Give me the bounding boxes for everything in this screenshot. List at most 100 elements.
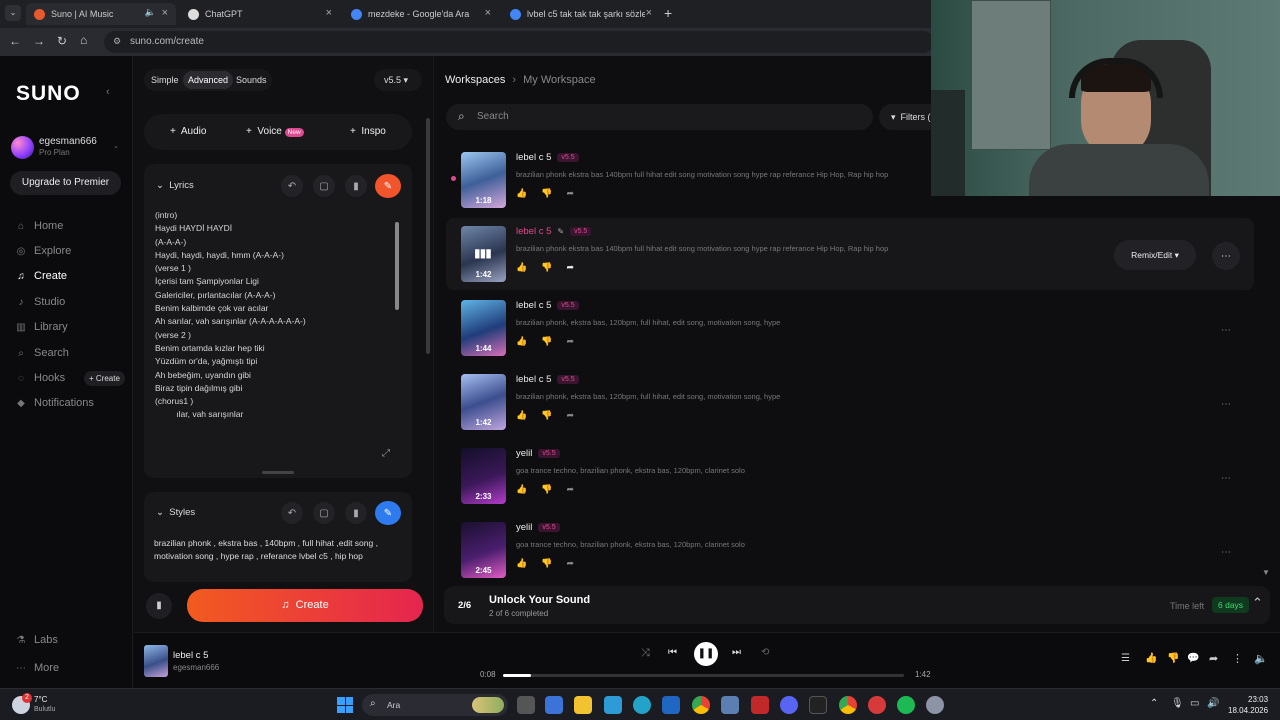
nav-notifications[interactable]: ◆ Notifications [16,393,94,413]
song-row[interactable]: ▮▮▮ 1:42 lebel c 5 ✎ v5.5 brazilian phon… [446,218,1254,290]
unlock-banner[interactable]: 2/6 Unlock Your Sound 2 of 6 completed T… [444,586,1270,624]
nav-hooks[interactable]: ◌ Hooks [16,368,65,388]
filters-button[interactable]: ▾ Filters ( [879,104,939,130]
suno-logo[interactable]: SUNO [16,82,81,106]
player-artist[interactable]: egesman666 [173,663,219,672]
nav-explore[interactable]: ◎ Explore [16,241,72,261]
close-tab-icon[interactable]: × [485,7,491,19]
share-icon[interactable]: ➦ [1209,652,1218,665]
like-icon[interactable]: 👍 [516,188,527,199]
nav-search[interactable]: ⌕ Search [16,343,69,363]
search-input[interactable]: ⌕ Search [446,104,873,130]
more-button[interactable]: ⋯ [1212,316,1240,344]
url-field[interactable]: ⚙ suno.com/create [104,31,934,53]
microphone-icon[interactable]: 🎙 [1171,698,1184,709]
list-scroll-down-icon[interactable]: ▼ [1262,568,1270,577]
player-cover[interactable] [144,645,168,677]
add-audio-button[interactable]: + Audio [170,126,206,137]
song-title[interactable]: lebel c 5 [516,374,551,385]
tray-chevron-icon[interactable]: ⌃ [1150,698,1158,709]
mode-sounds[interactable]: Sounds [236,75,267,85]
queue-icon[interactable]: ☰ [1121,653,1130,664]
repeat-icon[interactable]: ⟲ [761,647,769,658]
song-title[interactable]: yelil [516,448,532,459]
shuffle-icon[interactable]: ⤨ [641,647,650,660]
tab-google[interactable]: mezdeke - Google'da Ara × [343,3,499,25]
close-tab-icon[interactable]: × [326,7,332,19]
taskbar-search[interactable]: ⌕ Ara [362,694,508,716]
song-row[interactable]: 1:42 lebel c 5 v5.5 brazilian phonk, eks… [446,366,1254,438]
song-cover[interactable]: 2:33 [461,448,506,504]
share-icon[interactable]: ➦ [566,336,574,347]
dislike-icon[interactable]: 👎 [1167,653,1179,664]
song-cover[interactable]: ▮▮▮ 1:42 [461,226,506,282]
dislike-icon[interactable]: 👎 [541,410,552,421]
tab-chatgpt[interactable]: ChatGPT × [180,3,340,25]
dislike-icon[interactable]: 👎 [541,336,552,347]
add-voice-button[interactable]: + Voice New [246,126,304,137]
tab-lyrics[interactable]: lvbel c5 tak tak tak şarkı sözleri × [502,3,660,25]
more-button[interactable]: ⋯ [1212,464,1240,492]
more-button[interactable]: ⋯ [1212,390,1240,418]
site-info-icon[interactable]: ⚙ [113,36,121,47]
speaker-icon[interactable]: 🔈 [145,7,156,18]
reload-icon[interactable]: ↻ [57,34,67,48]
trash-icon[interactable]: ▮ [345,175,367,197]
lyrics-toggle[interactable]: ⌄ Lyrics [156,180,194,191]
like-icon[interactable]: 👍 [516,410,527,421]
pause-button[interactable]: ❚❚ [694,642,718,666]
version-select[interactable]: v5.5 ▾ [374,69,422,91]
chrome-icon[interactable] [839,696,857,714]
chrome-icon[interactable] [692,696,710,714]
song-title-row[interactable]: lebel c 5 v5.5 [516,374,579,385]
song-title[interactable]: lebel c 5 [516,152,551,163]
username[interactable]: egesman666 [39,136,97,147]
close-tab-icon[interactable]: × [162,7,168,19]
comment-icon[interactable]: 💬 [1187,653,1199,664]
song-title[interactable]: yelil [516,522,532,533]
song-title-row[interactable]: yelil v5.5 [516,448,560,459]
styles-toggle[interactable]: ⌄ Styles [156,507,195,518]
share-icon[interactable]: ➦ [566,262,574,273]
song-row[interactable]: 2:33 yelil v5.5 goa trance techno, brazi… [446,440,1254,512]
like-icon[interactable]: 👍 [516,558,527,569]
file-explorer-icon[interactable] [574,696,592,714]
tab-suno[interactable]: Suno | AI Music 🔈 × [26,3,176,25]
magic-wand-icon[interactable]: ✎ [375,174,401,198]
song-title-row[interactable]: lebel c 5 ✎ v5.5 [516,226,592,237]
app-icon[interactable] [721,696,739,714]
song-title[interactable]: lebel c 5 [516,226,551,237]
nav-more[interactable]: ⋯ More [16,658,59,678]
close-tab-icon[interactable]: × [646,7,652,19]
lyrics-textarea[interactable]: (intro) Haydi HAYDİ HAYDİ (A-A-A-) Haydi, h… [155,209,391,463]
undo-icon[interactable]: ↶ [281,175,303,197]
song-title-row[interactable]: lebel c 5 v5.5 [516,300,579,311]
share-icon[interactable]: ➦ [566,188,574,199]
share-icon[interactable]: ➦ [566,558,574,569]
magic-wand-icon[interactable]: ✎ [375,501,401,525]
song-title[interactable]: lebel c 5 [516,300,551,311]
mode-advanced[interactable]: Advanced [183,71,234,89]
tab-list-button[interactable]: ⌄ [5,5,21,21]
hooks-create-button[interactable]: + Create [84,371,125,386]
store-icon[interactable] [545,696,563,714]
dislike-icon[interactable]: 👎 [541,484,552,495]
upgrade-button[interactable]: Upgrade to Premier [10,171,121,195]
outlook-icon[interactable] [662,696,680,714]
song-row[interactable]: 1:44 lebel c 5 v5.5 brazilian phonk, eks… [446,292,1254,364]
more-icon[interactable]: ⋮ [1232,652,1243,665]
nav-home[interactable]: ⌂ Home [16,216,63,236]
notepad-icon[interactable] [604,696,622,714]
styles-textarea[interactable]: brazilian phonk , ekstra bas , 140bpm , … [154,537,394,563]
song-row[interactable]: 2:45 yelil v5.5 goa trance techno, brazi… [446,514,1254,586]
back-icon[interactable]: ← [9,34,21,48]
clock-date[interactable]: 18.04.2026 [1228,706,1268,715]
nav-labs[interactable]: ⚗ Labs [16,630,58,650]
more-button[interactable]: ⋯ [1212,242,1240,270]
bookmark-icon[interactable]: ▢ [313,175,335,197]
app-icon[interactable] [868,696,886,714]
new-tab-icon[interactable]: + [664,5,672,21]
song-title-row[interactable]: yelil v5.5 [516,522,560,533]
media-app-icon[interactable] [751,696,769,714]
temperature[interactable]: 7°C [34,695,47,704]
